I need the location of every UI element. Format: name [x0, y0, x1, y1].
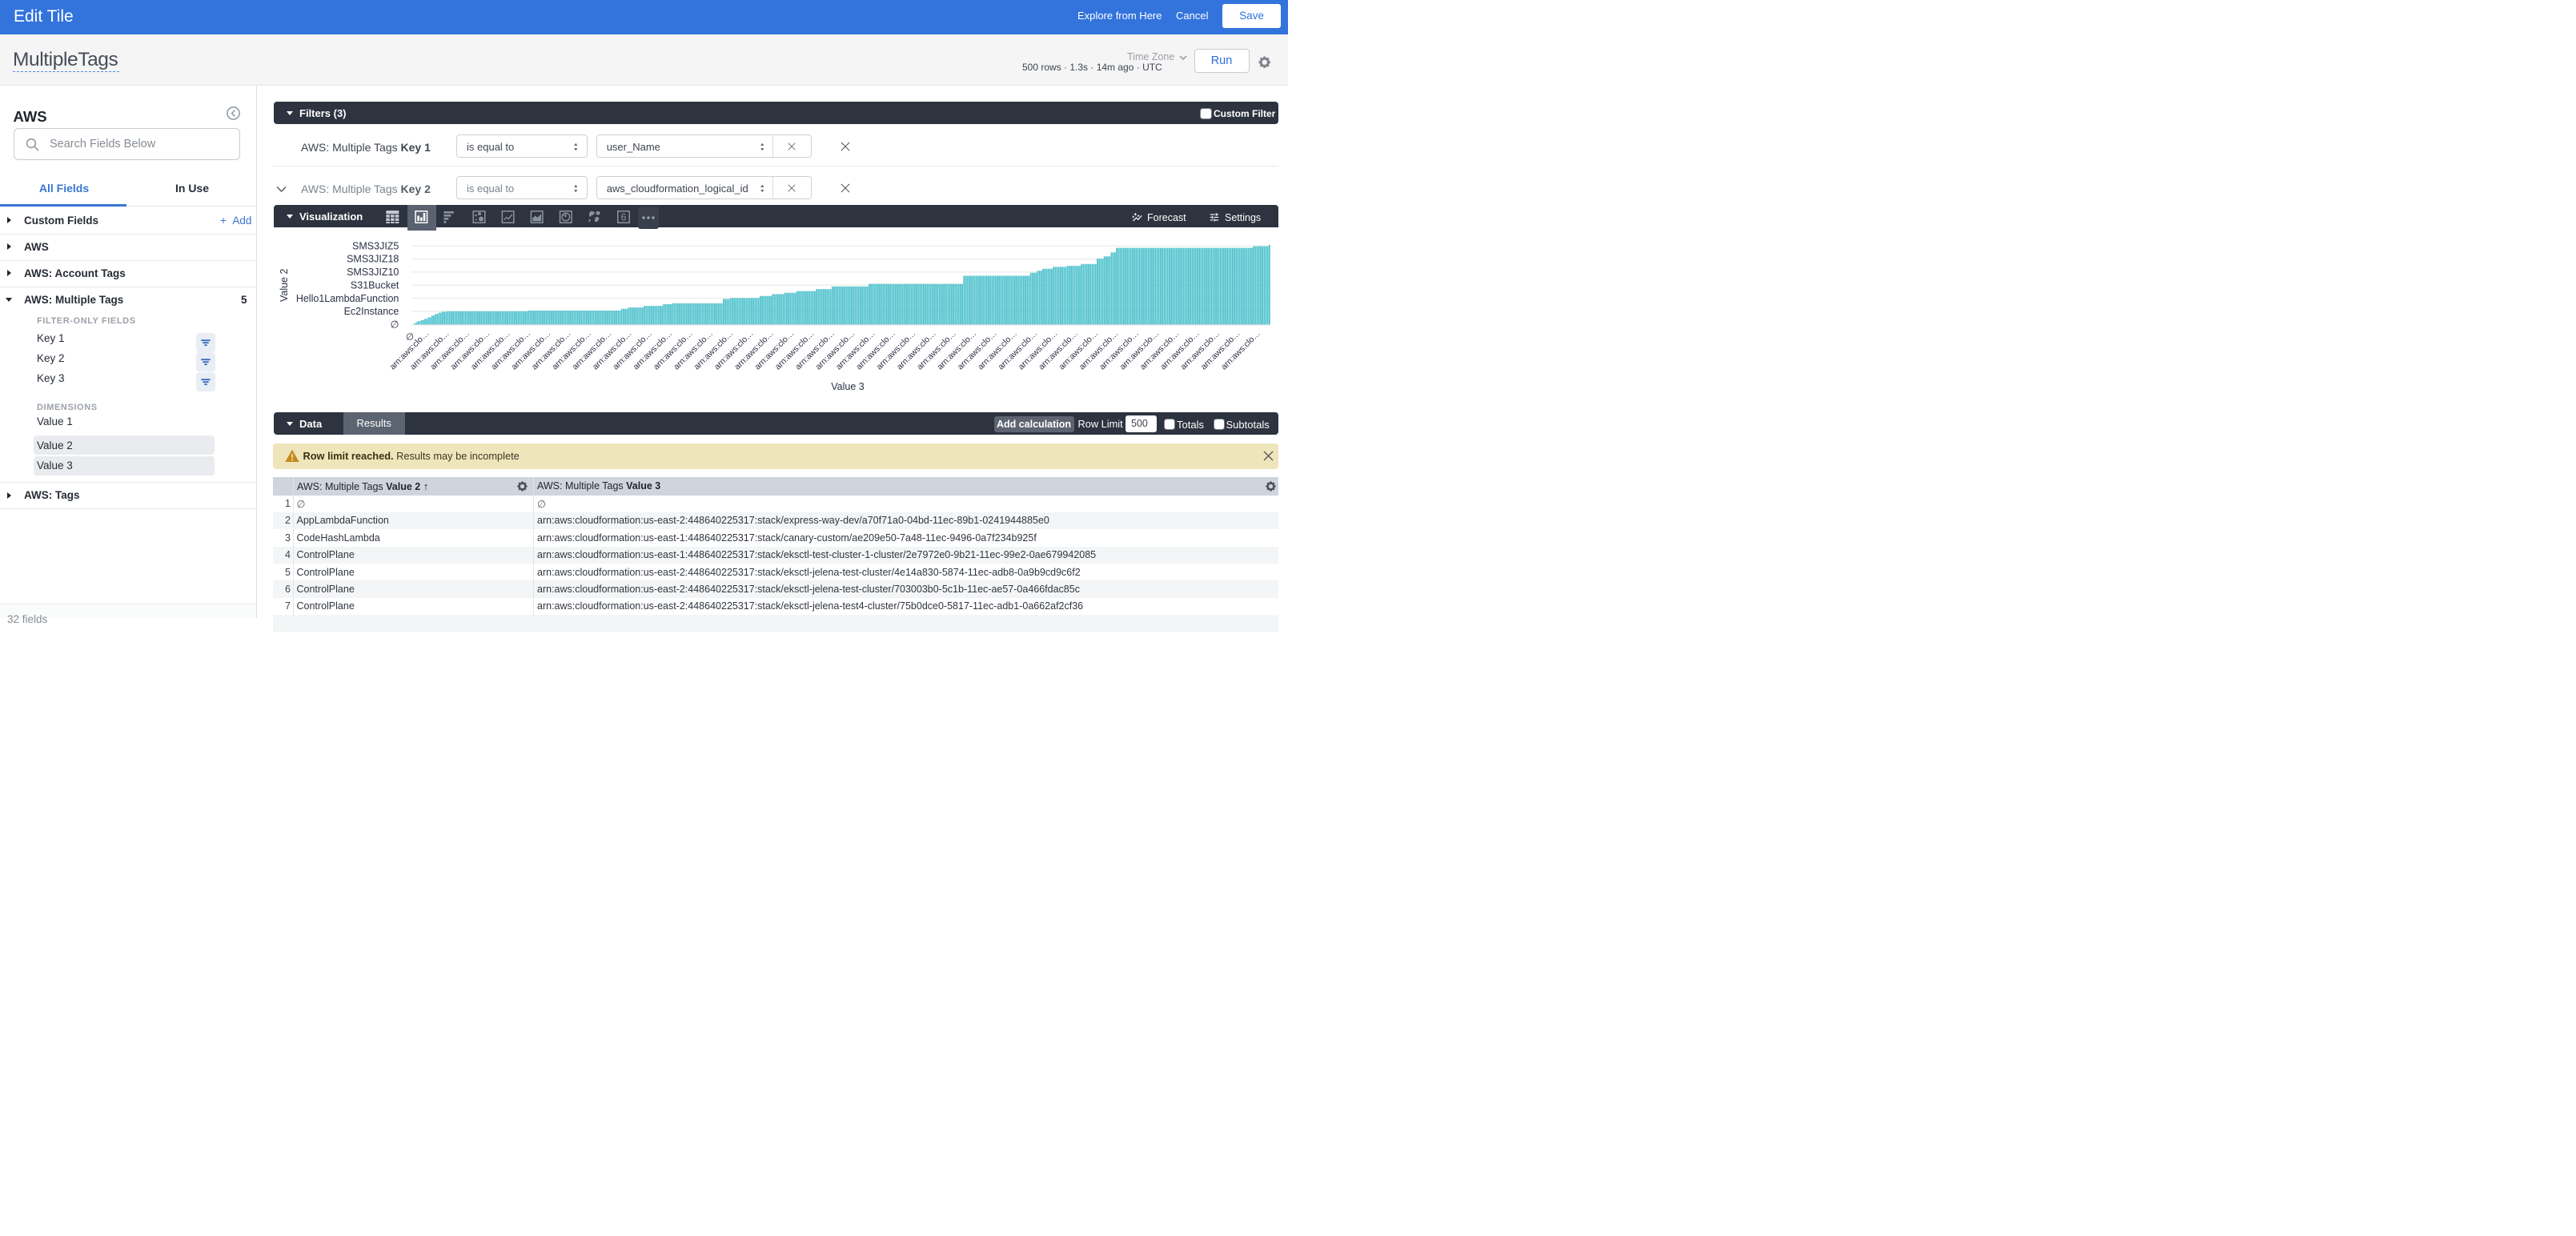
svg-text:∅: ∅ — [391, 319, 399, 331]
svg-text:SMS3JIZ10: SMS3JIZ10 — [347, 267, 399, 278]
svg-text:Value 3: Value 3 — [831, 381, 865, 392]
svg-text:Hello1LambdaFunction: Hello1LambdaFunction — [296, 293, 399, 304]
svg-text:6: 6 — [621, 212, 627, 223]
svg-text:SMS3JIZ5: SMS3JIZ5 — [352, 240, 399, 251]
svg-text:SMS3JIZ18: SMS3JIZ18 — [347, 254, 399, 265]
svg-text:Ec2Instance: Ec2Instance — [344, 306, 399, 317]
svg-text:Forecast: Forecast — [1147, 212, 1186, 223]
svg-text:S31Bucket: S31Bucket — [351, 279, 399, 291]
svg-text:Settings: Settings — [1225, 212, 1261, 223]
svg-text:Value 2: Value 2 — [279, 269, 290, 303]
